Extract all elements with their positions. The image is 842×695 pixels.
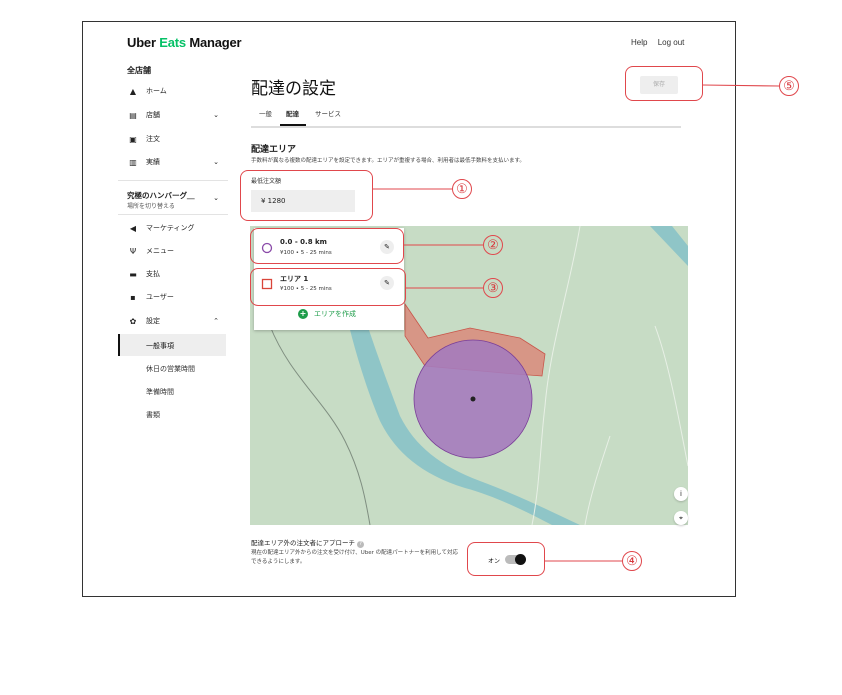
callout-lines xyxy=(373,84,780,562)
callout-number-2: ② xyxy=(483,235,503,255)
callout-number-4: ④ xyxy=(622,551,642,571)
callout-number-3: ③ xyxy=(483,278,503,298)
callout-number-5: ⑤ xyxy=(779,76,799,96)
callout-number-1: ① xyxy=(452,179,472,199)
